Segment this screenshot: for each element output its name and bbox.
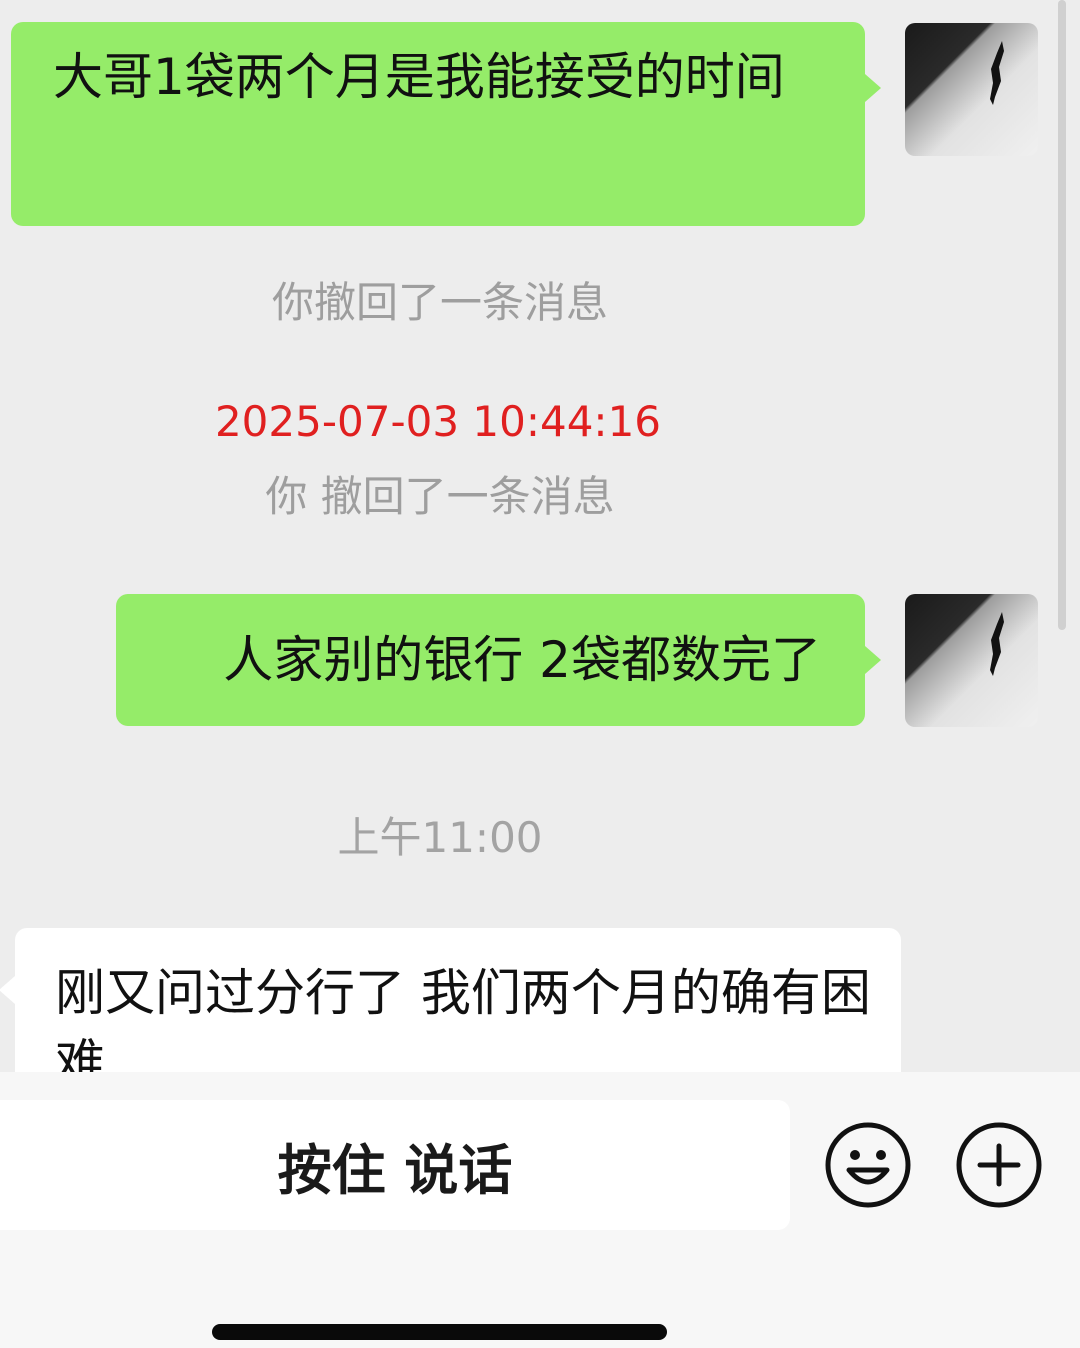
avatar[interactable] — [905, 594, 1038, 727]
avatar[interactable] — [905, 23, 1038, 156]
home-indicator — [212, 1324, 667, 1340]
avatar-image — [990, 41, 1004, 105]
red-timestamp-annotation: 2025-07-03 10:44:16 — [214, 397, 662, 446]
message-text: 大哥1袋两个月是我能接受的时间 — [53, 48, 785, 106]
time-divider: 上午11:00 — [337, 813, 543, 862]
recall-notice: 你 撤回了一条消息 — [265, 472, 615, 521]
outgoing-message-bubble[interactable]: 大哥1袋两个月是我能接受的时间 — [11, 22, 881, 226]
incoming-message-bubble[interactable]: 刚又问过分行了 我们两个月的确有困难 — [0, 928, 901, 1072]
message-text: 刚又问过分行了 我们两个月的确有困难 — [55, 964, 871, 1072]
recall-notice: 你撤回了一条消息 — [271, 278, 608, 327]
plus-icon — [956, 1122, 1042, 1208]
chat-input-bar: 按住 说话 — [0, 1072, 1080, 1348]
scrollbar[interactable] — [1058, 0, 1066, 630]
hold-to-talk-button[interactable]: 按住 说话 — [0, 1100, 790, 1230]
avatar-image — [990, 612, 1004, 676]
plus-button[interactable] — [956, 1122, 1042, 1208]
message-text: 人家别的银行 2袋都数完了 — [223, 631, 821, 689]
chat-message-area[interactable]: 大哥1袋两个月是我能接受的时间 你撤回了一条消息 2025-07-03 10:4… — [0, 0, 1080, 1072]
emoji-button[interactable] — [825, 1122, 911, 1208]
emoji-icon — [825, 1122, 911, 1208]
outgoing-message-bubble[interactable]: 人家别的银行 2袋都数完了 — [116, 594, 881, 726]
